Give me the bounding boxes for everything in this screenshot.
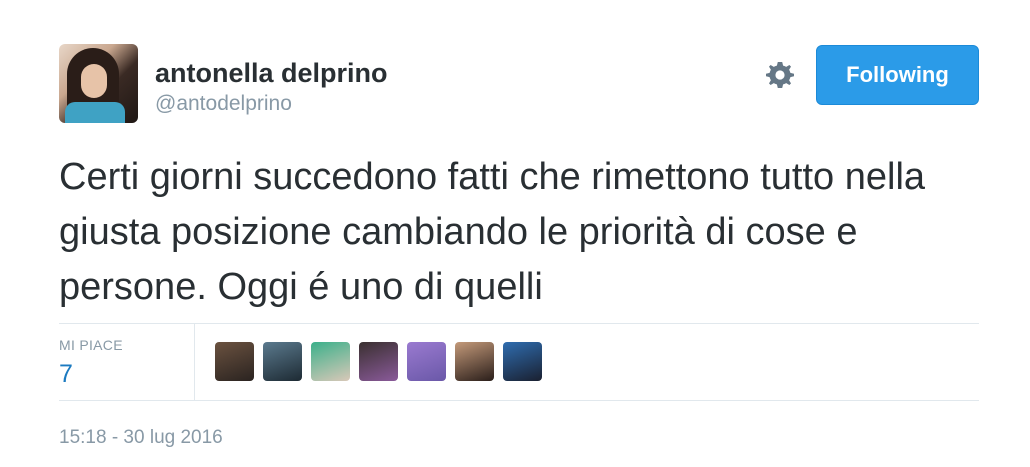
liker-avatar[interactable] <box>407 342 446 381</box>
author-avatar[interactable] <box>59 44 138 123</box>
tweet-text: Certi giorni succedono fatti che rimetto… <box>59 156 926 308</box>
stats-top-divider <box>59 323 979 324</box>
likers-list <box>215 342 542 381</box>
stats-bottom-divider <box>59 400 979 401</box>
author-name[interactable]: antonella delprino <box>155 58 388 89</box>
liker-avatar[interactable] <box>311 342 350 381</box>
stats-vertical-divider <box>194 323 195 400</box>
liker-avatar[interactable] <box>455 342 494 381</box>
tweet-timestamp[interactable]: 15:18 - 30 lug 2016 <box>59 427 223 449</box>
gear-icon[interactable] <box>764 59 796 91</box>
liker-avatar[interactable] <box>359 342 398 381</box>
liker-avatar[interactable] <box>263 342 302 381</box>
following-button[interactable]: Following <box>816 45 979 105</box>
likes-count[interactable]: 7 <box>59 360 73 389</box>
liker-avatar[interactable] <box>215 342 254 381</box>
liker-avatar[interactable] <box>503 342 542 381</box>
author-handle[interactable]: @antodelprino <box>155 92 292 116</box>
likes-label: MI PIACE <box>59 337 123 353</box>
